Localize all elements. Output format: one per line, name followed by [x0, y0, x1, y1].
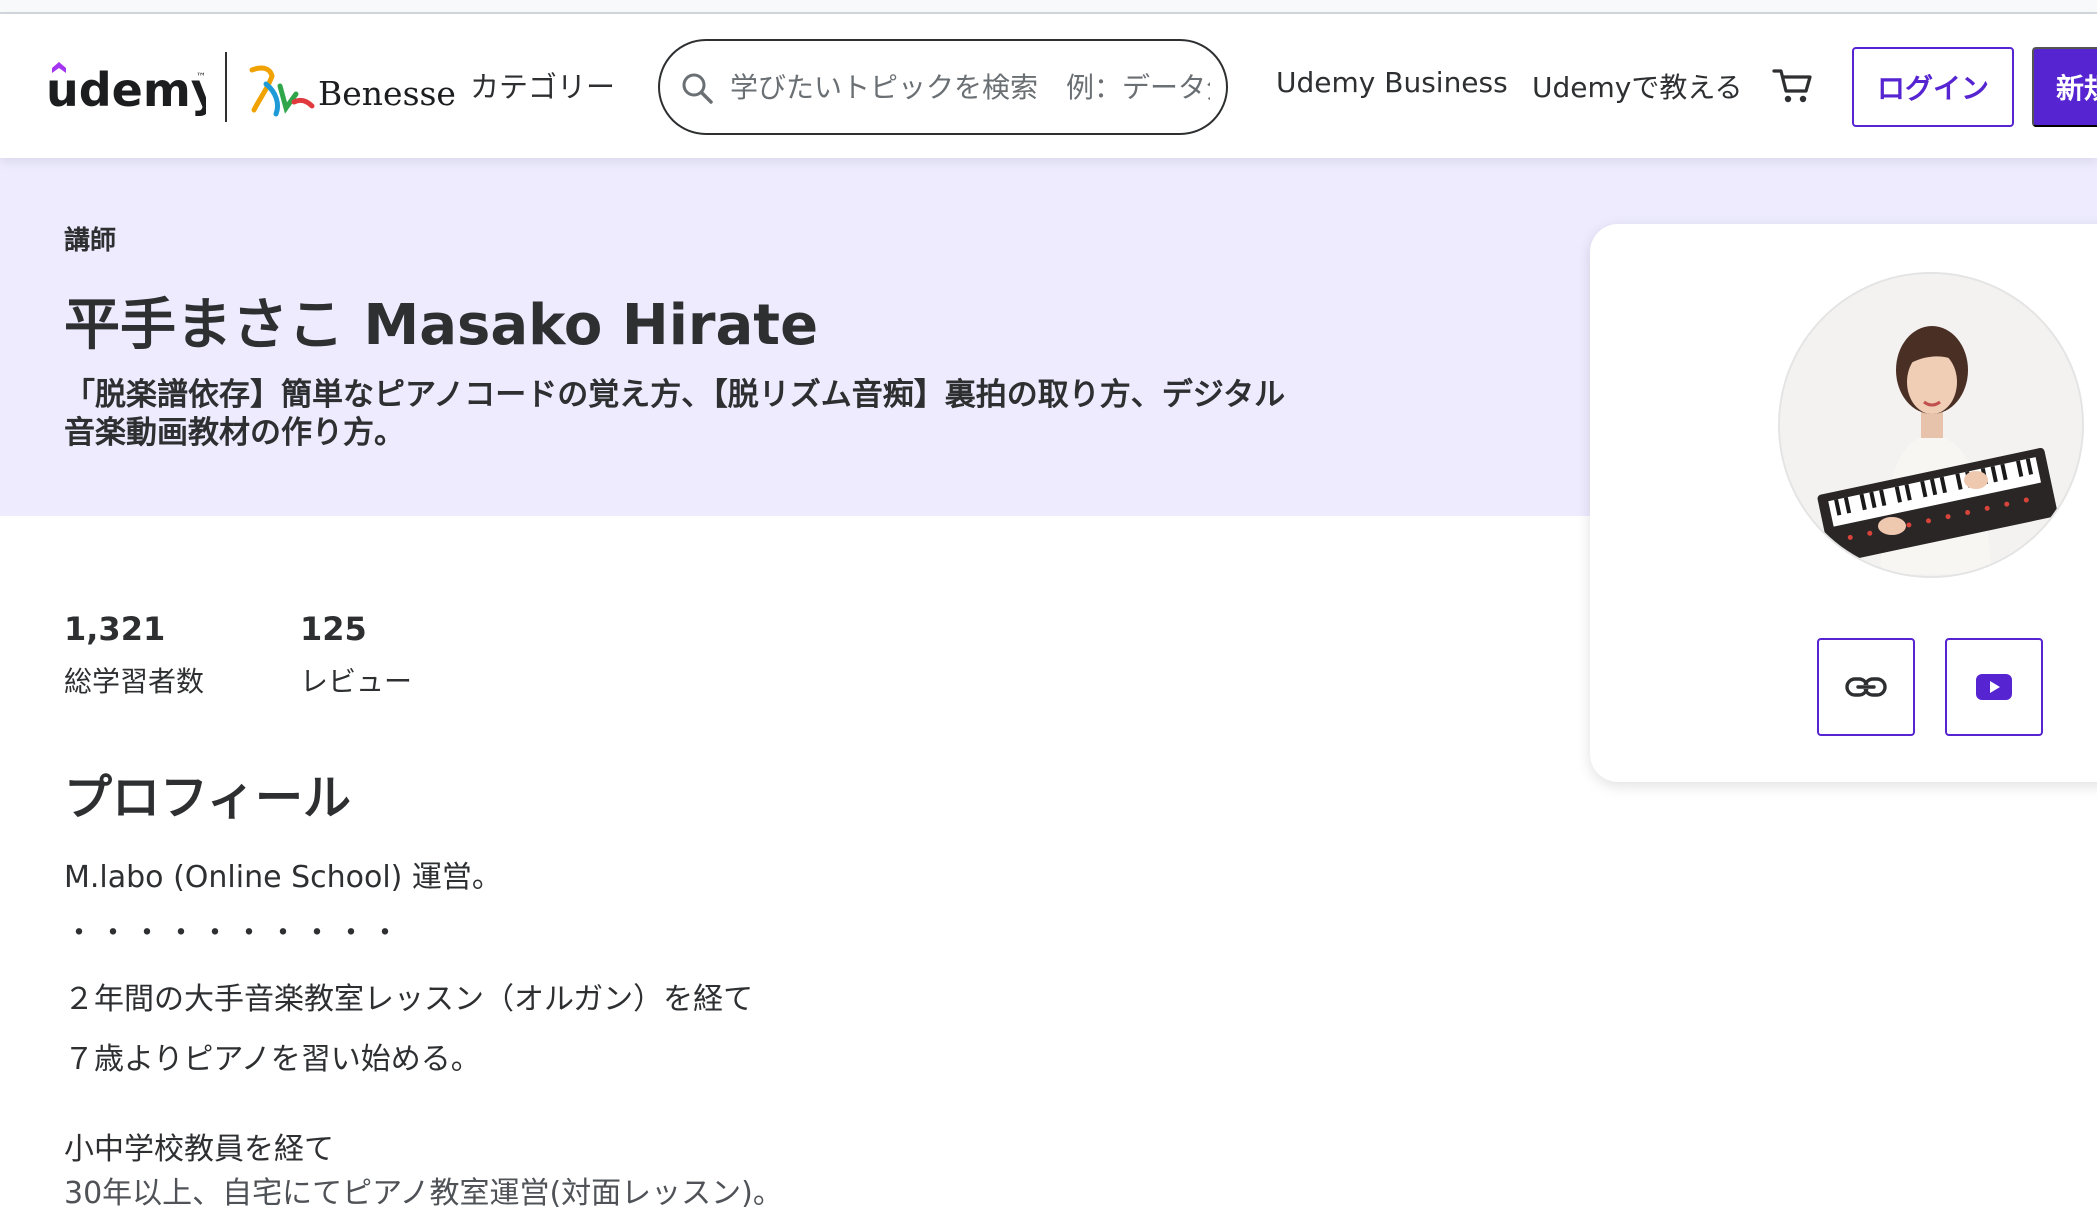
reviews-value: 125	[300, 610, 367, 648]
udemy-logo[interactable]: udemy ™	[46, 58, 221, 134]
profile-line: 30年以上、自宅にてピアノ教室運営(対面レッスン)。	[64, 1176, 783, 1211]
search-bar[interactable]	[658, 39, 1228, 135]
search-input[interactable]	[730, 41, 1210, 133]
instructor-side-card	[1590, 224, 2097, 782]
benesse-logo-mark	[249, 65, 315, 117]
signup-button[interactable]: 新規登録	[2032, 47, 2097, 127]
browser-top-strip	[0, 0, 2097, 14]
shopping-cart-icon[interactable]	[1772, 66, 1814, 106]
udemy-logo-mark: udemy ™	[46, 62, 221, 117]
instructor-name: 平手まさこ Masako Hirate	[64, 293, 819, 358]
udemy-business-link[interactable]: Udemy Business	[1276, 66, 1508, 99]
login-button[interactable]: ログイン	[1852, 47, 2014, 127]
profile-line: ・・・・・・・・・・	[64, 916, 404, 951]
teach-on-udemy-link[interactable]: Udemyで教える	[1532, 66, 1743, 106]
youtube-icon	[1976, 674, 2012, 700]
instructor-avatar	[1778, 272, 2084, 578]
website-link-button[interactable]	[1817, 638, 1915, 736]
profile-line: M.labo (Online School) 運営。	[64, 860, 502, 895]
search-icon[interactable]	[678, 69, 718, 109]
total-students-value: 1,321	[64, 610, 166, 648]
profile-line: ２年間の大手音楽教室レッスン（オルガン）を経て	[64, 982, 754, 1017]
benesse-logo[interactable]: Benesse	[246, 62, 456, 122]
instructor-photo	[1780, 274, 2082, 576]
logo-divider	[225, 52, 227, 122]
udemy-logo-text: udemy	[46, 63, 206, 117]
reviews-label: レビュー	[300, 665, 413, 698]
benesse-logo-text: Benesse	[318, 74, 456, 113]
profile-heading: プロフィール	[64, 770, 352, 826]
udemy-logo-tm: ™	[196, 72, 206, 83]
categories-menu[interactable]: カテゴリー	[470, 64, 615, 106]
site-header: udemy ™ Benesse カテゴリー Udemy Business Ude…	[0, 14, 2097, 158]
profile-line: 小中学校教員を経て	[64, 1132, 334, 1167]
link-icon	[1845, 677, 1887, 697]
profile-line: ７歳よりピアノを習い始める。	[64, 1042, 481, 1077]
youtube-link-button[interactable]	[1945, 638, 2043, 736]
instructor-headline: 「脱楽譜依存】簡単なピアノコードの覚え方、【脱リズム音痴】裏拍の取り方、デジタル…	[64, 377, 1286, 451]
total-students-label: 総学習者数	[64, 665, 205, 698]
instructor-label: 講師	[64, 226, 117, 256]
